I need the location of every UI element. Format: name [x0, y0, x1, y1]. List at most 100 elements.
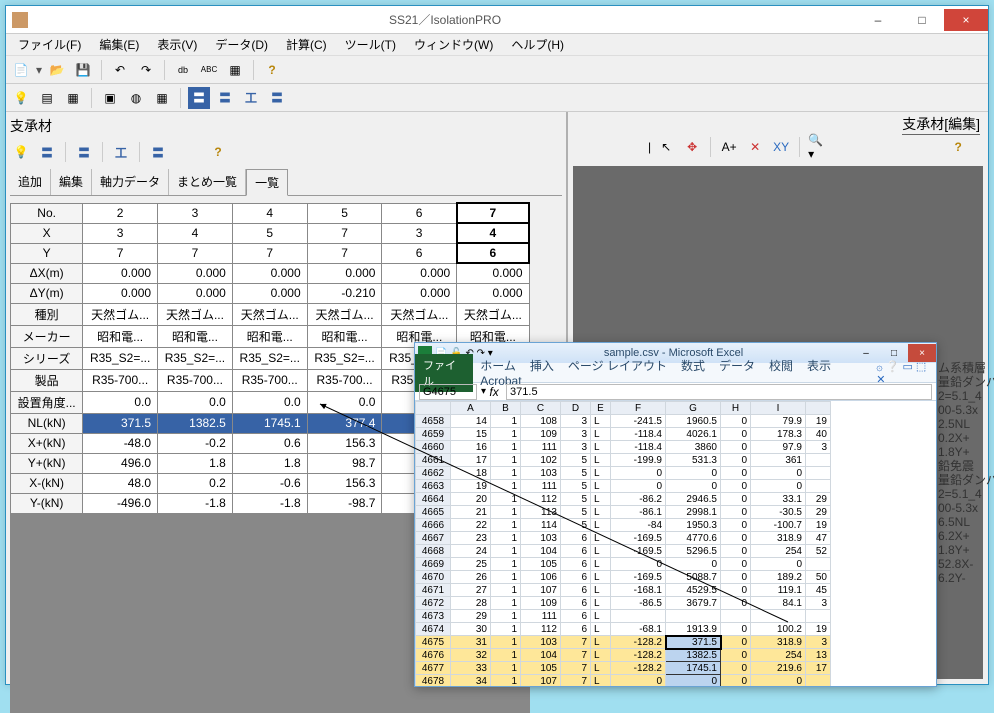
cell[interactable]: R35-700...: [307, 369, 382, 391]
excel-cell[interactable]: [806, 610, 831, 623]
excel-row-header[interactable]: 4676: [416, 649, 451, 662]
excel-row-header[interactable]: 4672: [416, 597, 451, 610]
cell[interactable]: -0.210: [307, 283, 382, 303]
excel-cell[interactable]: 109: [521, 597, 561, 610]
excel-cell[interactable]: 0: [611, 675, 666, 687]
excel-cell[interactable]: 0: [751, 467, 806, 480]
excel-cell[interactable]: 1: [491, 584, 521, 597]
excel-cell[interactable]: 3: [806, 441, 831, 454]
excel-cell[interactable]: 7: [561, 636, 591, 649]
redo-icon[interactable]: ↷: [135, 59, 157, 81]
menu-item[interactable]: ウィンドウ(W): [406, 34, 501, 55]
cell[interactable]: -1.8: [232, 493, 307, 513]
excel-cell[interactable]: 119.1: [751, 584, 806, 597]
excel-cell[interactable]: 6: [561, 571, 591, 584]
excel-cell[interactable]: 112: [521, 493, 561, 506]
menu-item[interactable]: ツール(T): [337, 34, 404, 55]
zoom-icon[interactable]: 🔍▾: [807, 136, 829, 158]
cell[interactable]: R35_S2=...: [158, 347, 233, 369]
cell[interactable]: 0.000: [232, 263, 307, 283]
cell[interactable]: 4: [232, 203, 307, 223]
excel-cell[interactable]: 0: [721, 519, 751, 532]
excel-cell[interactable]: L: [591, 467, 611, 480]
cell[interactable]: 0.0: [307, 391, 382, 413]
excel-cell[interactable]: 25: [451, 558, 491, 571]
excel-cell[interactable]: 1: [491, 623, 521, 636]
excel-cell[interactable]: 79.9: [751, 415, 806, 428]
excel-cell[interactable]: 6: [561, 623, 591, 636]
excel-cell[interactable]: -86.5: [611, 597, 666, 610]
excel-cell[interactable]: 108: [521, 415, 561, 428]
excel-cell[interactable]: 0: [721, 649, 751, 662]
excel-cell[interactable]: 2946.5: [666, 493, 721, 506]
excel-cell[interactable]: -128.2: [611, 636, 666, 649]
cell[interactable]: 496.0: [83, 453, 158, 473]
excel-cell[interactable]: 104: [521, 545, 561, 558]
excel-cell[interactable]: 13: [806, 649, 831, 662]
bar4-icon[interactable]: 〓: [147, 141, 169, 163]
excel-row-header[interactable]: 4659: [416, 428, 451, 441]
excel-cell[interactable]: 32: [451, 649, 491, 662]
excel-tab[interactable]: ページ レイアウト: [561, 356, 674, 376]
excel-cell[interactable]: 0: [721, 454, 751, 467]
excel-cell[interactable]: 30: [451, 623, 491, 636]
excel-cell[interactable]: L: [591, 662, 611, 675]
font-plus-icon[interactable]: A+: [718, 136, 740, 158]
cell[interactable]: 0.0: [158, 391, 233, 413]
excel-cell[interactable]: 1: [491, 415, 521, 428]
cell[interactable]: 天然ゴム...: [158, 303, 233, 325]
abc-icon[interactable]: ABC: [198, 59, 220, 81]
excel-cell[interactable]: -118.4: [611, 441, 666, 454]
cell[interactable]: 7: [232, 243, 307, 263]
cell[interactable]: 昭和電...: [307, 325, 382, 347]
cell[interactable]: 7: [307, 223, 382, 243]
excel-cell[interactable]: 1: [491, 428, 521, 441]
excel-cell[interactable]: [611, 610, 666, 623]
menu-item[interactable]: ファイル(F): [10, 34, 89, 55]
cell[interactable]: -0.2: [158, 433, 233, 453]
excel-cell[interactable]: 361: [751, 454, 806, 467]
excel-cell[interactable]: 28: [451, 597, 491, 610]
excel-cell[interactable]: L: [591, 545, 611, 558]
excel-cell[interactable]: [806, 558, 831, 571]
cell[interactable]: 昭和電...: [83, 325, 158, 347]
excel-cell[interactable]: -128.2: [611, 649, 666, 662]
excel-cell[interactable]: 1: [491, 675, 521, 687]
excel-cell[interactable]: 0: [721, 493, 751, 506]
tab[interactable]: 軸力データ: [92, 169, 169, 195]
excel-cell[interactable]: 111: [521, 441, 561, 454]
excel-col-header[interactable]: E: [591, 402, 611, 415]
cell[interactable]: 1382.5: [158, 413, 233, 433]
excel-cell[interactable]: -68.1: [611, 623, 666, 636]
excel-cell[interactable]: 19: [451, 480, 491, 493]
excel-cell[interactable]: 6: [561, 597, 591, 610]
cell[interactable]: 0.000: [158, 283, 233, 303]
excel-cell[interactable]: 5: [561, 506, 591, 519]
excel-cell[interactable]: [806, 480, 831, 493]
excel-cell[interactable]: 3: [806, 636, 831, 649]
cell[interactable]: 0.000: [457, 283, 529, 303]
excel-cell[interactable]: 0: [721, 558, 751, 571]
excel-cell[interactable]: 4770.6: [666, 532, 721, 545]
excel-cell[interactable]: L: [591, 636, 611, 649]
mode-s-icon[interactable]: 〓: [214, 87, 236, 109]
bar3-icon[interactable]: 工: [110, 141, 132, 163]
help3-icon[interactable]: ?: [947, 136, 969, 158]
cell[interactable]: -98.7: [307, 493, 382, 513]
excel-cell[interactable]: -169.5: [611, 571, 666, 584]
save-icon[interactable]: 💾: [72, 59, 94, 81]
excel-cell[interactable]: 6: [561, 545, 591, 558]
excel-cell[interactable]: 0: [721, 675, 751, 687]
cell[interactable]: 0.000: [83, 283, 158, 303]
excel-cell[interactable]: 0: [721, 506, 751, 519]
excel-row-header[interactable]: 4667: [416, 532, 451, 545]
cell[interactable]: 0.000: [158, 263, 233, 283]
excel-cell[interactable]: 21: [451, 506, 491, 519]
excel-cell[interactable]: 6: [561, 532, 591, 545]
excel-cell[interactable]: 0: [751, 480, 806, 493]
excel-cell[interactable]: 4026.1: [666, 428, 721, 441]
excel-row-header[interactable]: 4668: [416, 545, 451, 558]
cell[interactable]: 天然ゴム...: [382, 303, 457, 325]
excel-cell[interactable]: -168.1: [611, 584, 666, 597]
cube1-icon[interactable]: ▣: [99, 87, 121, 109]
